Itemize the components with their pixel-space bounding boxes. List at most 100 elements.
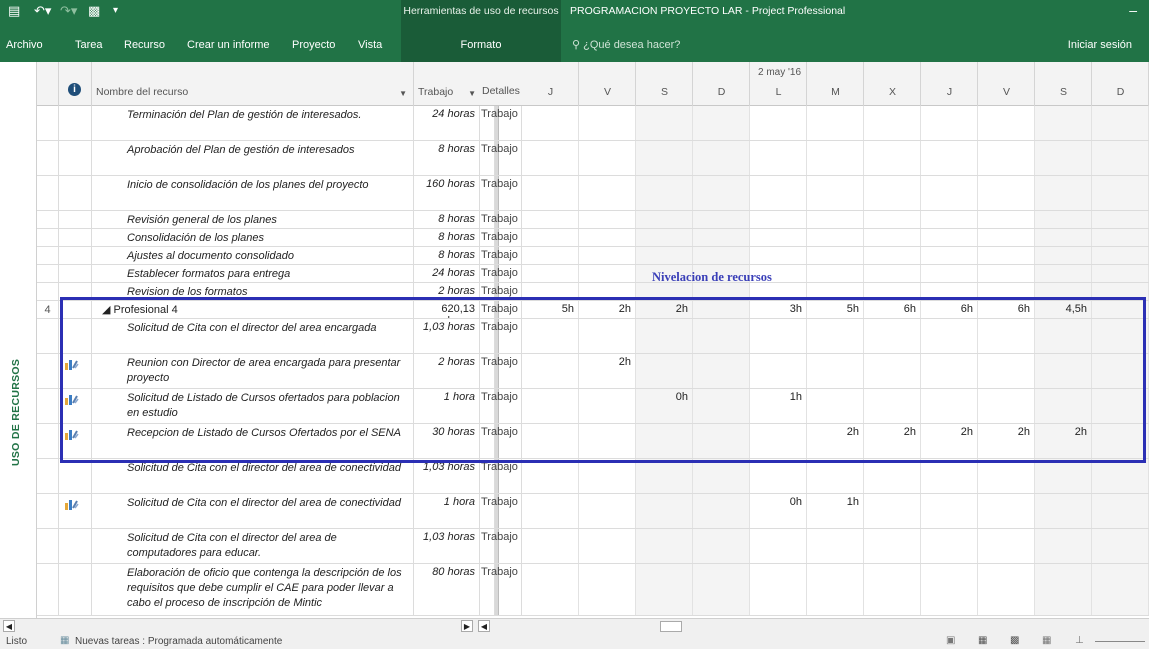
timephased-cell[interactable] [864, 494, 921, 528]
timephased-cell[interactable]: 5h [522, 301, 579, 318]
timephased-cell[interactable] [921, 265, 978, 282]
timephased-cell[interactable] [864, 141, 921, 175]
timephased-cell[interactable] [978, 319, 1035, 353]
resource-name-cell[interactable]: Solicitud de Listado de Cursos ofertados… [92, 389, 414, 423]
resource-name-cell[interactable]: Aprobación del Plan de gestión de intere… [92, 141, 414, 175]
resource-name-cell[interactable]: Establecer formatos para entrega [92, 265, 414, 282]
timephased-cell[interactable]: 6h [978, 301, 1035, 318]
timephased-cell[interactable] [921, 229, 978, 246]
timephased-cell[interactable] [522, 247, 579, 264]
timephased-cell[interactable]: 1h [807, 494, 864, 528]
timephased-cell[interactable] [579, 459, 636, 493]
timephased-cell[interactable] [1035, 459, 1092, 493]
timephased-cell[interactable] [693, 106, 750, 140]
timephased-cell[interactable]: 6h [864, 301, 921, 318]
timephased-cell[interactable] [693, 459, 750, 493]
timephased-cell[interactable]: 1h [750, 389, 807, 423]
sign-in-link[interactable]: Iniciar sesión [1068, 23, 1132, 62]
detail-cell[interactable]: Trabajo [478, 354, 522, 388]
timephased-cell[interactable] [693, 319, 750, 353]
timephased-cell[interactable] [807, 265, 864, 282]
timephased-cell[interactable] [1035, 319, 1092, 353]
scroll-thumb[interactable] [660, 621, 682, 632]
row-indicators[interactable] [59, 564, 92, 615]
row-id[interactable] [37, 424, 59, 458]
timephased-cell[interactable] [750, 176, 807, 210]
minimize-button[interactable]: – [1129, 2, 1137, 18]
timephased-cell[interactable] [636, 319, 693, 353]
timephased-cell[interactable] [1035, 176, 1092, 210]
assignment-row[interactable]: Consolidación de los planes 8 horas Trabaj… [37, 229, 1149, 247]
horizontal-scrollbar[interactable]: ◀ ▶ ◀ [0, 618, 1149, 634]
timephased-cell[interactable] [750, 283, 807, 300]
timephased-cell[interactable] [807, 283, 864, 300]
dropdown-arrow-icon[interactable]: ▼ [399, 89, 407, 98]
timephased-cell[interactable] [693, 529, 750, 563]
timephased-cell[interactable] [807, 211, 864, 228]
tab-tarea[interactable]: Tarea [75, 23, 103, 62]
row-id[interactable] [37, 141, 59, 175]
work-cell[interactable]: 2 horas [414, 354, 480, 388]
detail-cell[interactable]: Trabajo [478, 211, 522, 228]
resource-name-cell[interactable]: ◢ Profesional 4 [92, 301, 414, 318]
row-id[interactable] [37, 494, 59, 528]
timephased-cell[interactable] [807, 389, 864, 423]
timephased-cell[interactable]: 2h [864, 424, 921, 458]
row-id[interactable] [37, 247, 59, 264]
timephased-cell[interactable] [864, 265, 921, 282]
timephased-cell[interactable] [1092, 229, 1149, 246]
row-indicators[interactable] [59, 141, 92, 175]
team-planner-icon[interactable]: ▣ [946, 635, 955, 646]
row-id[interactable] [37, 211, 59, 228]
timephased-cell[interactable] [522, 265, 579, 282]
timephased-cell[interactable] [978, 564, 1035, 615]
timephased-cell[interactable] [750, 247, 807, 264]
timephased-cell[interactable] [579, 494, 636, 528]
day-header[interactable]: D [693, 62, 750, 106]
assignment-row[interactable]: Establecer formatos para entrega 24 horas… [37, 265, 1149, 283]
timephased-cell[interactable] [921, 106, 978, 140]
timephased-cell[interactable] [1092, 494, 1149, 528]
row-indicators[interactable] [59, 283, 92, 300]
timephased-cell[interactable] [1092, 247, 1149, 264]
timephased-cell[interactable] [1035, 283, 1092, 300]
timephased-cell[interactable] [978, 459, 1035, 493]
timephased-cell[interactable] [522, 211, 579, 228]
row-indicators[interactable] [59, 354, 92, 388]
timephased-cell[interactable] [1092, 283, 1149, 300]
timephased-cell[interactable] [921, 247, 978, 264]
resource-row[interactable]: 4◢ Profesional 4620,13 horasTrabajo5h2h2… [37, 301, 1149, 319]
timephased-cell[interactable] [978, 141, 1035, 175]
timephased-cell[interactable] [636, 247, 693, 264]
timephased-cell[interactable] [864, 283, 921, 300]
detail-cell[interactable]: Trabajo [478, 176, 522, 210]
row-indicators[interactable] [59, 176, 92, 210]
resource-name-cell[interactable]: Solicitud de Cita con el director del ar… [92, 529, 414, 563]
timephased-cell[interactable] [807, 564, 864, 615]
row-id[interactable] [37, 229, 59, 246]
assignment-row[interactable]: Elaboración de oficio que contenga la de… [37, 564, 1149, 616]
tab-crear-informe[interactable]: Crear un informe [187, 23, 270, 62]
timephased-cell[interactable] [807, 354, 864, 388]
timephased-cell[interactable] [807, 529, 864, 563]
row-id[interactable] [37, 283, 59, 300]
detail-cell[interactable]: Trabajo [478, 459, 522, 493]
timephased-cell[interactable] [750, 106, 807, 140]
resource-name-cell[interactable]: Inicio de consolidación de los planes de… [92, 176, 414, 210]
scroll-left-arrow-icon[interactable]: ◀ [478, 620, 490, 632]
row-indicators[interactable] [59, 459, 92, 493]
timephased-cell[interactable] [750, 529, 807, 563]
work-cell[interactable]: 1 hora [414, 494, 480, 528]
timephased-cell[interactable] [522, 176, 579, 210]
timephased-cell[interactable]: 2h [579, 354, 636, 388]
row-id[interactable] [37, 459, 59, 493]
timephased-cell[interactable] [864, 564, 921, 615]
timephased-cell[interactable] [978, 211, 1035, 228]
timephased-cell[interactable] [693, 354, 750, 388]
timephased-cell[interactable] [579, 283, 636, 300]
redo-icon[interactable]: ↷▾ [60, 3, 77, 19]
assignment-row[interactable]: Solicitud de Cita con el director del ar… [37, 494, 1149, 529]
timephased-cell[interactable] [978, 354, 1035, 388]
timephased-cell[interactable] [1092, 564, 1149, 615]
timephased-cell[interactable] [693, 211, 750, 228]
